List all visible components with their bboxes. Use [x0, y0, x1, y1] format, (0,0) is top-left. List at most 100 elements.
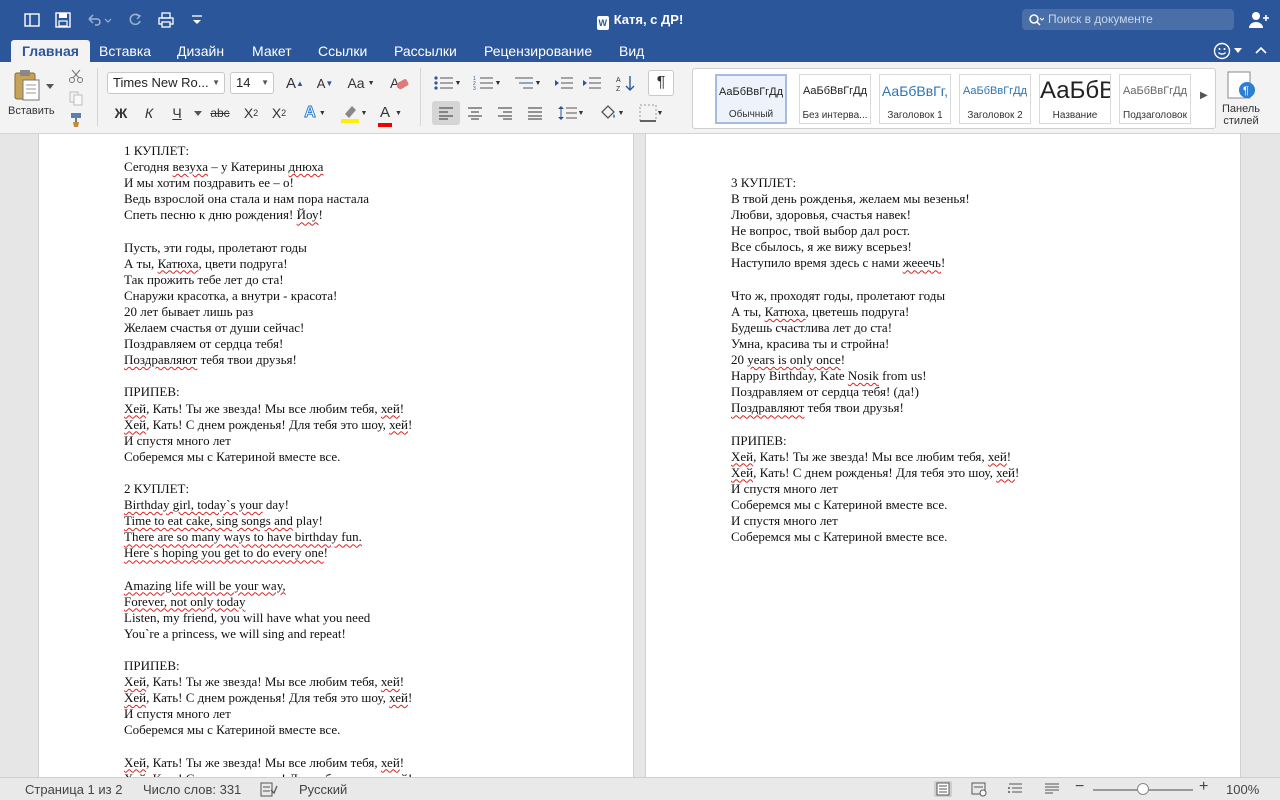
feedback-smile-icon[interactable]	[1213, 42, 1231, 60]
zoom-slider-thumb[interactable]	[1137, 783, 1149, 795]
text-line[interactable]: И мы хотим поздравить ее – о!	[124, 175, 412, 191]
tab-view[interactable]: Вид	[608, 40, 655, 62]
text-line[interactable]: Наступило время здесь с нами жееечь!	[731, 255, 1019, 271]
justify-button[interactable]	[522, 101, 548, 125]
text-line[interactable]: Хей, Кать! С днем рожденья! Для тебя это…	[124, 417, 412, 433]
text-line[interactable]: Happy Birthday, Kate Nosik from us!	[731, 368, 1019, 384]
bold-button[interactable]: Ж	[110, 101, 132, 125]
highlight-color-button[interactable]: ▼	[336, 101, 370, 125]
paste-button[interactable]	[12, 68, 42, 102]
feedback-dropdown-icon[interactable]	[1234, 48, 1242, 54]
paste-dropdown-icon[interactable]	[46, 84, 54, 90]
print-layout-view-icon[interactable]	[934, 781, 952, 797]
style-normal[interactable]: АаБбВвГгДд Обычный	[715, 74, 787, 124]
text-line[interactable]: Снаружи красотка, а внутри - красота!	[124, 288, 412, 304]
style-heading-2[interactable]: АаБбВвГгДд Заголовок 2	[959, 74, 1031, 124]
text-line[interactable]: Хей, Кать! Ты же звезда! Мы все любим те…	[124, 674, 412, 690]
page-2[interactable]: 3 КУПЛЕТ: В твой день рожденья, желаем мы…	[645, 134, 1241, 777]
text-line[interactable]: И спустя много лет	[731, 513, 1019, 529]
text-line[interactable]	[124, 738, 412, 754]
copy-icon[interactable]	[68, 90, 84, 106]
style-subtitle[interactable]: АаБбВвГгДд Подзаголовок	[1119, 74, 1191, 124]
styles-pane-button[interactable]: ¶ Панель стилей	[1216, 68, 1266, 130]
text-line[interactable]: You`re a princess, we will sing and repe…	[124, 626, 412, 642]
text-line[interactable]: И спустя много лет	[124, 433, 412, 449]
font-name-dropdown[interactable]: Times New Ro... ▼	[107, 72, 225, 94]
text-line[interactable]: И спустя много лет	[731, 481, 1019, 497]
align-center-button[interactable]	[462, 101, 488, 125]
text-line[interactable]: Что ж, проходят годы, пролетают годы	[731, 288, 1019, 304]
text-line[interactable]: There are so many ways to have birthday …	[124, 529, 412, 545]
font-size-dropdown[interactable]: 14 ▼	[230, 72, 274, 94]
collapse-ribbon-icon[interactable]	[1254, 44, 1268, 58]
strikethrough-button[interactable]: abc	[206, 101, 234, 125]
word-count[interactable]: Число слов: 331	[143, 782, 241, 797]
text-line[interactable]: Forever, not only today	[124, 594, 412, 610]
document-canvas[interactable]: 1 КУПЛЕТ: Сегодня везуха – у Катерины дню…	[0, 134, 1280, 777]
increase-indent-button[interactable]	[580, 71, 604, 95]
text-line[interactable]: Любви, здоровья, счастья навек!	[731, 207, 1019, 223]
cut-icon[interactable]	[68, 68, 84, 84]
text-line[interactable]: Соберемся мы с Катериной вместе все.	[124, 449, 412, 465]
text-line[interactable]	[124, 465, 412, 481]
numbering-button[interactable]: 1 2 3 ▼	[470, 71, 504, 95]
sort-button[interactable]: AZ	[614, 71, 640, 95]
text-line[interactable]: 3 КУПЛЕТ:	[731, 175, 1019, 191]
underline-dropdown-icon[interactable]	[194, 111, 202, 117]
text-line[interactable]: Birthday girl, today`s your day!	[124, 497, 412, 513]
document-search-input[interactable]: Поиск в документе	[1022, 9, 1234, 30]
text-line[interactable]	[124, 642, 412, 658]
text-line[interactable]: Listen, my friend, you will have what yo…	[124, 610, 412, 626]
text-line[interactable]: ПРИПЕВ:	[124, 384, 412, 400]
multilevel-list-button[interactable]: ▼	[510, 71, 544, 95]
outline-view-icon[interactable]	[1007, 781, 1025, 797]
subscript-button[interactable]: X2	[240, 101, 262, 125]
tab-mailings[interactable]: Рассылки	[383, 40, 468, 62]
text-line[interactable]: Будешь счастлива лет до ста!	[731, 320, 1019, 336]
borders-button[interactable]: ▼	[634, 101, 668, 125]
tab-review[interactable]: Рецензирование	[473, 40, 603, 62]
tab-home[interactable]: Главная	[11, 40, 90, 62]
text-line[interactable]: ПРИПЕВ:	[731, 433, 1019, 449]
zoom-out-button[interactable]: −	[1075, 778, 1084, 796]
change-case-button[interactable]: Aa ▼	[344, 71, 378, 95]
text-line[interactable]: Пусть, эти годы, пролетают годы	[124, 240, 412, 256]
zoom-level[interactable]: 100%	[1226, 782, 1259, 797]
text-line[interactable]: Поздравляют тебя твои друзья!	[731, 400, 1019, 416]
underline-button[interactable]: Ч	[166, 101, 188, 125]
clear-formatting-button[interactable]: A	[386, 71, 412, 95]
text-line[interactable]: 20 лет бывает лишь раз	[124, 304, 412, 320]
text-line[interactable]	[124, 223, 412, 239]
text-line[interactable]: Поздравляем от сердца тебя! (да!)	[731, 384, 1019, 400]
draft-view-icon[interactable]	[1043, 781, 1061, 797]
text-line[interactable]: 2 КУПЛЕТ:	[124, 481, 412, 497]
language[interactable]: Русский	[299, 782, 347, 797]
grow-font-button[interactable]: A ▲	[282, 71, 308, 95]
text-line[interactable]	[731, 416, 1019, 432]
text-line[interactable]: Соберемся мы с Катериной вместе все.	[731, 497, 1019, 513]
tab-insert[interactable]: Вставка	[88, 40, 162, 62]
text-line[interactable]: Умна, красива ты и стройна!	[731, 336, 1019, 352]
text-line[interactable]: В твой день рожденья, желаем мы везенья!	[731, 191, 1019, 207]
text-line[interactable]: Спеть песню к дню рождения! Йоу!	[124, 207, 412, 223]
text-line[interactable]: Хей, Кать! Ты же звезда! Мы все любим те…	[731, 449, 1019, 465]
text-line[interactable]: Хей, Кать! Ты же звезда! Мы все любим те…	[124, 401, 412, 417]
text-line[interactable]	[731, 272, 1019, 288]
text-line[interactable]: Желаем счастья от души сейчас!	[124, 320, 412, 336]
shading-button[interactable]: ▼	[594, 101, 628, 125]
show-formatting-marks-button[interactable]: ¶	[648, 70, 674, 96]
proofing-icon[interactable]	[260, 782, 278, 797]
tab-design[interactable]: Дизайн	[166, 40, 235, 62]
text-line[interactable]: ПРИПЕВ:	[124, 658, 412, 674]
text-line[interactable]: Соберемся мы с Катериной вместе все.	[124, 722, 412, 738]
share-person-icon[interactable]	[1248, 10, 1270, 30]
style-title[interactable]: АаБбВ Название	[1039, 74, 1111, 124]
tab-layout[interactable]: Макет	[241, 40, 303, 62]
tab-references[interactable]: Ссылки	[307, 40, 378, 62]
page-count[interactable]: Страница 1 из 2	[25, 782, 122, 797]
text-line[interactable]: Ведь взрослой она стала и нам пора наста…	[124, 191, 412, 207]
line-spacing-button[interactable]: ▼	[554, 101, 588, 125]
web-layout-view-icon[interactable]	[970, 781, 988, 797]
font-color-button[interactable]: A ▼	[376, 101, 406, 127]
decrease-indent-button[interactable]	[552, 71, 576, 95]
